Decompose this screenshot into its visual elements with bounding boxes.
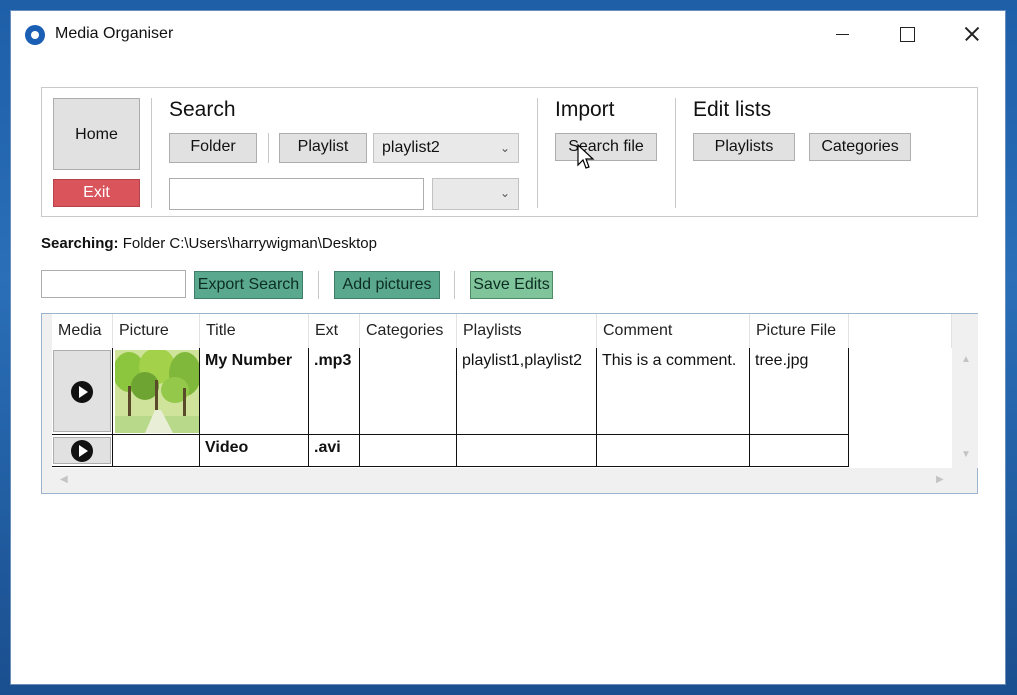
column-header-comment[interactable]: Comment: [597, 314, 750, 348]
chevron-down-icon: ⌄: [499, 141, 510, 155]
playlists-cell[interactable]: [457, 435, 597, 467]
ext-cell[interactable]: .avi: [309, 435, 360, 467]
toolbar: Home Exit Search Folder Playlist playlis…: [41, 87, 978, 217]
divider: [318, 271, 319, 299]
play-icon: [71, 381, 93, 403]
column-header-media[interactable]: Media: [52, 314, 113, 348]
playlist-select-value: playlist2: [382, 139, 440, 156]
maximize-icon[interactable]: [891, 21, 921, 47]
search-input[interactable]: [169, 178, 424, 210]
title-bar[interactable]: Media Organiser: [11, 11, 1005, 57]
vertical-scrollbar[interactable]: ▲ ▼: [954, 314, 978, 468]
column-header-ext[interactable]: Ext: [309, 314, 360, 348]
categories-cell[interactable]: [360, 435, 457, 467]
ext-cell[interactable]: .mp3: [309, 348, 360, 435]
play-button[interactable]: [53, 437, 111, 464]
table-body: Media Picture Title Ext Categories Playl…: [52, 314, 952, 468]
import-section-title: Import: [555, 98, 615, 121]
column-header-picture[interactable]: Picture: [113, 314, 200, 348]
column-header-categories[interactable]: Categories: [360, 314, 457, 348]
picture-cell[interactable]: [113, 348, 200, 435]
divider: [537, 98, 538, 208]
home-button[interactable]: Home: [53, 98, 140, 170]
exit-button[interactable]: Exit: [53, 179, 140, 207]
play-button[interactable]: [53, 350, 111, 432]
categories-button[interactable]: Categories: [809, 133, 911, 161]
playlist-button[interactable]: Playlist: [279, 133, 367, 163]
column-header-empty: [849, 314, 952, 348]
save-edits-button[interactable]: Save Edits: [470, 271, 553, 299]
column-header-playlists[interactable]: Playlists: [457, 314, 597, 348]
filter-select[interactable]: ⌄: [432, 178, 519, 210]
picture-file-cell[interactable]: [750, 435, 849, 467]
playlists-button[interactable]: Playlists: [693, 133, 795, 161]
chevron-down-icon: ⌄: [499, 186, 510, 200]
export-search-button[interactable]: Export Search: [194, 271, 303, 299]
categories-cell[interactable]: [360, 348, 457, 435]
title-cell[interactable]: Video: [200, 435, 309, 467]
disc-icon: [25, 25, 45, 45]
close-icon[interactable]: [957, 21, 987, 47]
scroll-up-icon[interactable]: ▲: [961, 354, 971, 365]
picture-file-cell[interactable]: tree.jpg: [750, 348, 849, 435]
comment-cell[interactable]: This is a comment.: [597, 348, 750, 435]
media-cell: [52, 348, 113, 435]
search-status-label: Searching:: [41, 235, 119, 252]
play-icon: [71, 440, 93, 462]
media-cell: [52, 435, 113, 467]
search-status-text: Folder C:\Users\harrywigman\Desktop: [122, 235, 377, 252]
filter-input[interactable]: [41, 270, 186, 298]
divider: [454, 271, 455, 299]
scroll-right-icon[interactable]: ▶: [936, 474, 944, 485]
add-pictures-button[interactable]: Add pictures: [334, 271, 440, 299]
minimize-icon[interactable]: [827, 21, 857, 47]
folder-button[interactable]: Folder: [169, 133, 257, 163]
playlist-select[interactable]: playlist2 ⌄: [373, 133, 519, 163]
title-cell[interactable]: My Number: [200, 348, 309, 435]
divider: [151, 98, 152, 208]
column-header-picture-file[interactable]: Picture File: [750, 314, 849, 348]
horizontal-scrollbar[interactable]: ◀ ▶: [52, 468, 952, 493]
app-window: Media Organiser Home Exit Search Folder …: [10, 10, 1006, 685]
tree-thumbnail: [115, 350, 199, 433]
tree-thumbnail-art: [115, 350, 199, 433]
media-table: Media Picture Title Ext Categories Playl…: [41, 313, 978, 494]
picture-cell[interactable]: [113, 435, 200, 467]
mouse-pointer-icon: [577, 144, 595, 169]
divider: [675, 98, 676, 208]
scroll-down-icon[interactable]: ▼: [961, 449, 971, 460]
window-title: Media Organiser: [55, 25, 174, 42]
search-file-button[interactable]: Search file: [555, 133, 657, 161]
edit-lists-section-title: Edit lists: [693, 98, 772, 121]
column-header-title[interactable]: Title: [200, 314, 309, 348]
divider: [268, 133, 269, 163]
scroll-left-icon[interactable]: ◀: [60, 474, 68, 485]
comment-cell[interactable]: [597, 435, 750, 467]
search-status: Searching: Folder C:\Users\harrywigman\D…: [41, 235, 377, 252]
playlists-cell[interactable]: playlist1,playlist2: [457, 348, 597, 435]
search-section-title: Search: [169, 98, 236, 121]
